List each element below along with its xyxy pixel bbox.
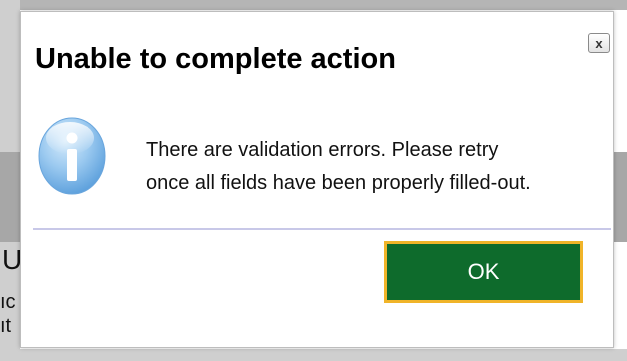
close-icon: x [595, 35, 603, 51]
background-lower-band [0, 152, 20, 242]
dialog-message-line: There are validation errors. Please retr… [146, 139, 499, 161]
dialog-message: There are validation errors. Please retr… [146, 134, 601, 200]
close-button[interactable]: x [588, 33, 610, 53]
error-dialog: Unable to complete action x There are va… [20, 11, 614, 348]
ok-button[interactable]: OK [384, 241, 583, 303]
info-icon [38, 117, 106, 195]
dialog-message-line: once all fields have been properly fille… [146, 172, 531, 194]
dialog-title: Unable to complete action [35, 43, 396, 75]
background-lower-band-right [613, 152, 627, 242]
dialog-divider [33, 228, 611, 230]
background-bottom-band [0, 349, 627, 361]
background-text-fragment: ıt [0, 315, 12, 337]
background-top-band [0, 0, 627, 10]
background-text-fragment: ıc [0, 291, 16, 313]
